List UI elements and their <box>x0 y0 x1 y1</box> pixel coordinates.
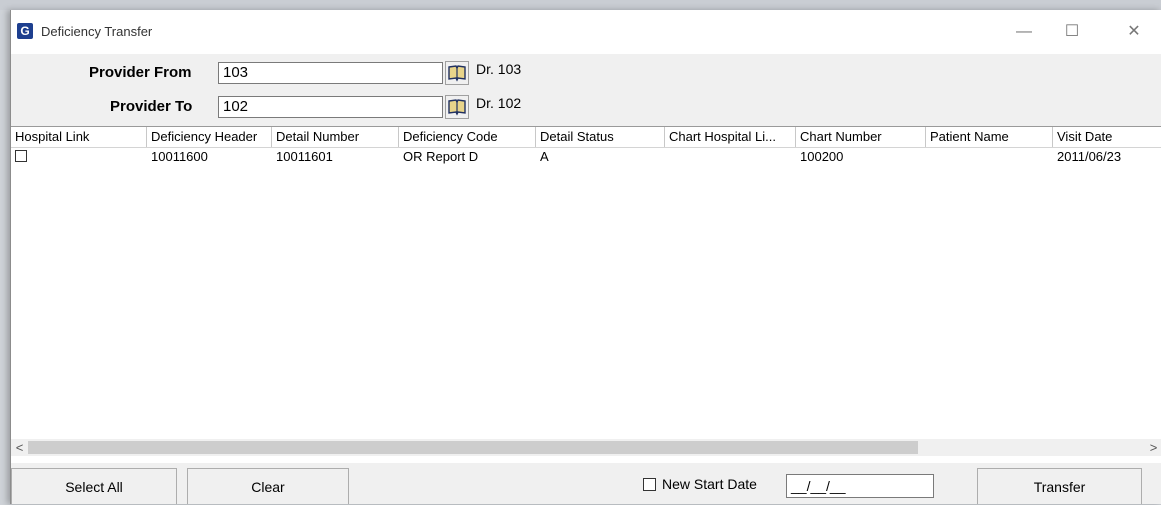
hospital-link-checkbox[interactable] <box>15 150 27 162</box>
transfer-button[interactable]: Transfer <box>977 468 1142 504</box>
minimize-button[interactable]: — <box>1001 18 1047 46</box>
scroll-left-icon[interactable]: < <box>11 439 28 456</box>
app-logo-icon: G <box>17 23 33 39</box>
provider-to-field[interactable]: 102 <box>218 96 443 118</box>
horizontal-scrollbar[interactable]: < > <box>11 439 1161 456</box>
new-start-date-label: New Start Date <box>662 476 757 492</box>
column-chart-hospital-link[interactable]: Chart Hospital Li... <box>665 127 796 147</box>
provider-from-label: Provider From <box>89 64 192 81</box>
column-detail-number[interactable]: Detail Number <box>272 127 399 147</box>
provider-to-lookup-button[interactable] <box>445 95 469 119</box>
deficiency-grid: Hospital Link Deficiency Header Detail N… <box>11 126 1161 463</box>
provider-to-name: Dr. 102 <box>476 95 522 111</box>
close-button[interactable]: ✕ <box>1111 18 1157 46</box>
deficiency-transfer-window: G Deficiency Transfer — ☐ ✕ Provider Fro… <box>10 10 1161 504</box>
provider-from-field[interactable]: 103 <box>218 62 443 84</box>
cell-chart-number: 100200 <box>800 149 844 164</box>
cell-patient-name <box>926 147 930 167</box>
title-bar: G Deficiency Transfer — ☐ ✕ <box>11 10 1161 54</box>
window-title: Deficiency Transfer <box>41 24 153 39</box>
maximize-button[interactable]: ☐ <box>1049 18 1095 46</box>
column-deficiency-code[interactable]: Deficiency Code <box>399 127 536 147</box>
book-icon <box>448 65 466 82</box>
column-deficiency-header[interactable]: Deficiency Header <box>147 127 272 147</box>
cell-deficiency-header: 10011600 <box>151 149 208 164</box>
column-chart-number[interactable]: Chart Number <box>796 127 926 147</box>
new-start-date-checkbox[interactable] <box>643 478 656 491</box>
provider-from-lookup-button[interactable] <box>445 61 469 85</box>
scrollbar-thumb[interactable] <box>28 441 918 454</box>
select-all-button[interactable]: Select All <box>11 468 177 504</box>
cell-deficiency-code: OR Report D <box>403 149 479 164</box>
new-start-date-field[interactable]: __/__/__ <box>786 474 934 498</box>
book-icon <box>448 99 466 116</box>
column-visit-date[interactable]: Visit Date <box>1053 127 1161 147</box>
provider-to-label: Provider To <box>110 98 193 115</box>
table-row[interactable]: 10011600 10011601 OR Report D A 100200 2… <box>11 147 1161 167</box>
clear-button[interactable]: Clear <box>187 468 349 504</box>
cell-detail-status: A <box>540 149 549 164</box>
column-patient-name[interactable]: Patient Name <box>926 127 1053 147</box>
cell-chart-hospital-link <box>665 147 669 167</box>
cell-detail-number: 10011601 <box>276 149 333 164</box>
column-detail-status[interactable]: Detail Status <box>536 127 665 147</box>
grid-header: Hospital Link Deficiency Header Detail N… <box>11 127 1161 148</box>
background-strip <box>0 0 1161 10</box>
cell-visit-date: 2011/06/23 <box>1057 149 1122 164</box>
column-hospital-link[interactable]: Hospital Link <box>11 127 147 147</box>
provider-from-name: Dr. 103 <box>476 61 522 77</box>
scroll-right-icon[interactable]: > <box>1145 439 1161 456</box>
